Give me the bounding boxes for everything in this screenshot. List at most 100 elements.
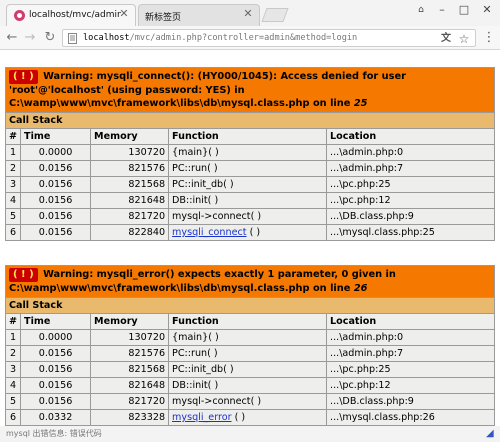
table-row: 2 0.0156 821576 PC::run( ) ...\admin.php… xyxy=(4,345,495,362)
row-memory: 821568 xyxy=(90,176,170,193)
row-function: PC::run( ) xyxy=(168,345,328,362)
row-memory: 821576 xyxy=(90,160,170,177)
page-content: ( ! ) Warning: mysqli_connect(): (HY000/… xyxy=(0,51,500,442)
row-number: 1 xyxy=(4,329,22,346)
row-number: 4 xyxy=(4,192,22,209)
minimize-button[interactable]: – xyxy=(432,2,452,18)
row-function: DB::init( ) xyxy=(168,192,328,209)
table-row: 3 0.0156 821568 PC::init_db( ) ...\pc.ph… xyxy=(4,361,495,378)
bookmark-star-icon[interactable]: ☆ xyxy=(457,32,471,46)
tab-admin[interactable]: localhost/mvc/admin.ph ✕ xyxy=(6,4,136,26)
row-number: 2 xyxy=(4,160,22,177)
row-function: mysqli_connect ( ) xyxy=(168,224,328,241)
row-time: 0.0156 xyxy=(20,345,92,362)
php-manual-link[interactable]: mysqli_connect xyxy=(172,227,246,238)
row-function: mysql->connect( ) xyxy=(168,208,328,225)
error-line-number: 26 xyxy=(353,283,368,294)
column-header-number: # xyxy=(4,313,22,330)
tab-title: 新标签页 xyxy=(145,13,182,23)
translate-icon[interactable]: 文 xyxy=(439,32,453,46)
url-host: localhost xyxy=(83,33,130,43)
row-function: mysqli_error ( ) xyxy=(168,409,328,426)
row-time: 0.0156 xyxy=(20,377,92,394)
user-icon[interactable]: ⌂ xyxy=(412,2,430,18)
browser-menu-button[interactable]: ⋮ xyxy=(482,30,496,46)
error-line-number: 25 xyxy=(353,98,368,109)
row-location: ...\admin.php:7 xyxy=(326,345,495,362)
table-row: 6 0.0332 823328 mysqli_error ( ) ...\mys… xyxy=(4,409,495,426)
row-memory: 821720 xyxy=(90,208,170,225)
row-function: PC::run( ) xyxy=(168,160,328,177)
row-time: 0.0332 xyxy=(20,409,92,426)
row-location: ...\admin.php:7 xyxy=(326,160,495,177)
error-text: Warning: mysqli_error() expects exactly … xyxy=(9,269,396,294)
row-memory: 130720 xyxy=(90,329,170,346)
column-header-memory: Memory xyxy=(90,313,170,330)
tab-new-tab[interactable]: 新标签页 ✕ xyxy=(138,4,260,26)
row-function: mysql->connect( ) xyxy=(168,393,328,410)
row-memory: 821648 xyxy=(90,377,170,394)
row-number: 6 xyxy=(4,409,22,426)
column-header-function: Function xyxy=(168,313,328,330)
table-row: 3 0.0156 821568 PC::init_db( ) ...\pc.ph… xyxy=(4,176,495,193)
row-time: 0.0156 xyxy=(20,192,92,209)
row-memory: 130720 xyxy=(90,144,170,161)
warning-icon: ( ! ) xyxy=(9,268,38,282)
reload-button[interactable]: ↻ xyxy=(42,30,58,46)
new-tab-button[interactable] xyxy=(261,8,289,22)
column-header-function: Function xyxy=(168,128,328,145)
row-time: 0.0000 xyxy=(20,144,92,161)
tab-close-icon[interactable]: ✕ xyxy=(242,8,254,20)
error-message: ( ! ) Warning: mysqli_error() expects ex… xyxy=(5,265,495,298)
table-row: 4 0.0156 821648 DB::init( ) ...\pc.php:1… xyxy=(4,192,495,209)
row-memory: 821568 xyxy=(90,361,170,378)
row-function: {main}( ) xyxy=(168,329,328,346)
row-time: 0.0156 xyxy=(20,176,92,193)
row-memory: 822840 xyxy=(90,224,170,241)
url-path: /mvc/admin.php?controller=admin&method=l… xyxy=(129,33,358,43)
forward-button[interactable]: → xyxy=(22,30,38,46)
row-memory: 823328 xyxy=(90,409,170,426)
row-number: 6 xyxy=(4,224,22,241)
row-function: DB::init( ) xyxy=(168,377,328,394)
row-location: ...\admin.php:0 xyxy=(326,144,495,161)
warning-icon: ( ! ) xyxy=(9,70,38,84)
row-location: ...\DB.class.php:9 xyxy=(326,393,495,410)
tab-strip: localhost/mvc/admin.ph ✕ 新标签页 ✕ ⌂ – □ ✕ xyxy=(0,0,500,26)
address-bar[interactable]: localhost/mvc/admin.php?controller=admin… xyxy=(62,29,476,47)
row-time: 0.0156 xyxy=(20,208,92,225)
row-time: 0.0156 xyxy=(20,361,92,378)
row-number: 4 xyxy=(4,377,22,394)
row-number: 5 xyxy=(4,393,22,410)
column-header-memory: Memory xyxy=(90,128,170,145)
row-number: 3 xyxy=(4,176,22,193)
tab-title: localhost/mvc/admin.ph xyxy=(29,10,121,20)
tab-close-icon[interactable]: ✕ xyxy=(118,8,130,20)
table-row: 1 0.0000 130720 {main}( ) ...\admin.php:… xyxy=(4,144,495,161)
tab-favicon-icon xyxy=(14,10,25,21)
row-time: 0.0156 xyxy=(20,393,92,410)
column-header-time: Time xyxy=(20,128,92,145)
row-number: 1 xyxy=(4,144,22,161)
call-stack-heading: Call Stack xyxy=(5,112,495,129)
resize-grip-icon[interactable]: ◢ xyxy=(486,428,498,440)
error-message: ( ! ) Warning: mysqli_connect(): (HY000/… xyxy=(5,67,495,113)
row-time: 0.0156 xyxy=(20,224,92,241)
row-function: {main}( ) xyxy=(168,144,328,161)
back-button[interactable]: ← xyxy=(4,30,20,46)
table-row: 5 0.0156 821720 mysql->connect( ) ...\DB… xyxy=(4,393,495,410)
php-manual-link[interactable]: mysqli_error xyxy=(172,412,231,423)
xdebug-error-table: ( ! ) Warning: mysqli_error() expects ex… xyxy=(4,265,495,426)
row-location: ...\admin.php:0 xyxy=(326,329,495,346)
row-function: PC::init_db( ) xyxy=(168,361,328,378)
row-location: ...\DB.class.php:9 xyxy=(326,208,495,225)
maximize-button[interactable]: □ xyxy=(454,2,474,18)
window-close-button[interactable]: ✕ xyxy=(476,2,498,18)
url-text[interactable]: localhost/mvc/admin.php?controller=admin… xyxy=(83,32,357,45)
page-info-icon[interactable] xyxy=(67,33,78,44)
column-header-time: Time xyxy=(20,313,92,330)
row-time: 0.0156 xyxy=(20,160,92,177)
status-bar: mysql 出错信息: 错误代码 ◢ xyxy=(0,426,500,442)
error-text: Warning: mysqli_connect(): (HY000/1045):… xyxy=(9,71,406,109)
table-row: 2 0.0156 821576 PC::run( ) ...\admin.php… xyxy=(4,160,495,177)
